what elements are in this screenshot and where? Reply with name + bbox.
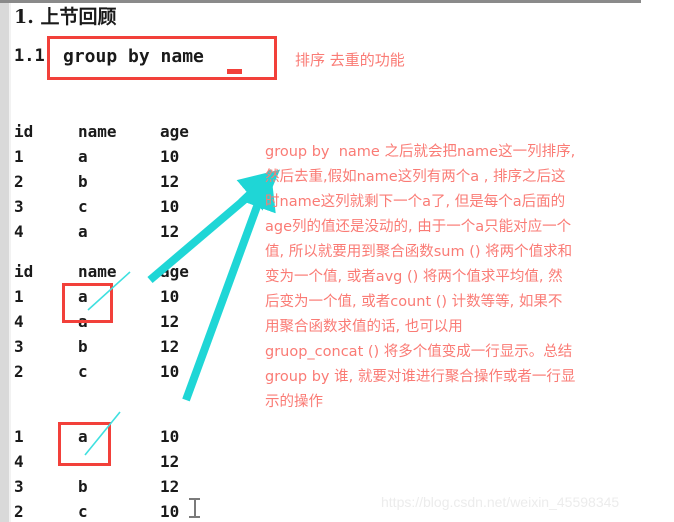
table-cell: 2 — [14, 362, 24, 381]
table-cell: 12 — [160, 222, 180, 241]
table-row: 2 c 10 — [14, 499, 210, 522]
table-row: 3 c 10 — [14, 194, 210, 219]
table-cell: 2 — [14, 172, 24, 191]
table-header-row: id name age — [14, 259, 210, 284]
table-cell: c — [78, 362, 88, 381]
deduplicated-table: 1 a 10 4 12 3 b 12 2 c 10 — [14, 424, 210, 522]
annotation-line: 示的操作 — [265, 394, 323, 410]
table-header-cell: age — [160, 122, 189, 141]
annotation-line: gruop_concat () 将多个值变成一行显示。总结 — [265, 344, 573, 360]
table-header-cell: name — [78, 262, 117, 281]
table-cell: 10 — [160, 147, 180, 166]
table-header-row: id name age — [14, 119, 210, 144]
code-snippet-text: group by name — [63, 46, 204, 67]
table-cell: 3 — [14, 477, 24, 496]
table-cell: c — [78, 197, 88, 216]
table-header-cell: id — [14, 122, 34, 141]
text-cursor-icon — [189, 497, 200, 519]
table-row: 3 b 12 — [14, 334, 210, 359]
side-note-label: 排序 去重的功能 — [295, 51, 405, 69]
table-cell: 12 — [160, 312, 180, 331]
table-cell: 10 — [160, 287, 180, 306]
table-cell: 10 — [160, 197, 180, 216]
annotation-line: 变为一个值, 或者avg () 将两个值求平均值, 然 — [265, 269, 563, 285]
table-row: 1 a 10 — [14, 144, 210, 169]
annotation-line: 用聚合函数求值的话, 也可以用 — [265, 319, 463, 335]
annotation-line: 后变为一个值, 或者count () 计数等等, 如果不 — [265, 294, 563, 310]
annotation-line: 时name这列就剩下一个a了, 但是每个a后面的 — [265, 194, 566, 210]
table-cell: a — [78, 222, 88, 241]
table-cell: 10 — [160, 502, 180, 521]
original-table: id name age 1 a 10 2 b 12 3 c 10 4 a 12 — [14, 119, 210, 244]
annotation-line: age列的值还是没动的, 由于一个a只能对应一个 — [265, 219, 572, 235]
table-cell: 12 — [160, 337, 180, 356]
left-gutter-edge — [9, 3, 11, 522]
table-cell: 10 — [160, 362, 180, 381]
table-cell: a — [78, 147, 88, 166]
annotation-line: group by name 之后就会把name这一列排序, — [265, 144, 576, 160]
annotation-line: 然后去重,假如name这列有两个a , 排序之后这 — [265, 169, 566, 185]
table-cell: 3 — [14, 197, 24, 216]
table-cell: b — [78, 337, 88, 356]
table-cell: 1 — [14, 147, 24, 166]
table-row: 2 b 12 — [14, 169, 210, 194]
annotation-paragraph: group by name 之后就会把name这一列排序, 然后去重,假如name… — [265, 140, 665, 415]
table-row: 2 c 10 — [14, 359, 210, 384]
text-caret-underscore — [227, 69, 242, 74]
table-cell: b — [78, 172, 88, 191]
table-cell: 12 — [160, 477, 180, 496]
table-header-cell: id — [14, 262, 34, 281]
table-cell: c — [78, 502, 88, 521]
table-cell: 4 — [14, 222, 24, 241]
table-row: 4 a 12 — [14, 219, 210, 244]
table-header-cell: name — [78, 122, 117, 141]
table-row: 1 a 10 — [14, 424, 210, 449]
annotation-line: group by 谁, 就要对谁进行聚合操作或者一行显 — [265, 369, 576, 385]
watermark: https://blog.csdn.net/weixin_45598345 — [381, 494, 620, 510]
table-cell: 2 — [14, 502, 24, 521]
table-cell: 10 — [160, 427, 180, 446]
duplicate-value-highlight-box-sorted — [62, 283, 113, 323]
table-header-cell: age — [160, 262, 189, 281]
annotation-line: 值, 所以就要用到聚合函数sum () 将两个值求和 — [265, 244, 573, 260]
duplicate-value-highlight-box-dedup — [58, 422, 111, 466]
table-row: 3 b 12 — [14, 474, 210, 499]
table-cell: b — [78, 477, 88, 496]
table-cell: 12 — [160, 172, 180, 191]
page-title: 1. 上节回顾 — [14, 6, 117, 28]
table-cell: 12 — [160, 452, 180, 471]
table-row: 4 12 — [14, 449, 210, 474]
table-cell: 3 — [14, 337, 24, 356]
left-gutter-strip — [0, 3, 9, 522]
page-canvas: 1. 上节回顾 1.1 group by name 排序 去重的功能 id nam… — [0, 0, 674, 522]
section-number: 1.1 — [14, 46, 45, 66]
